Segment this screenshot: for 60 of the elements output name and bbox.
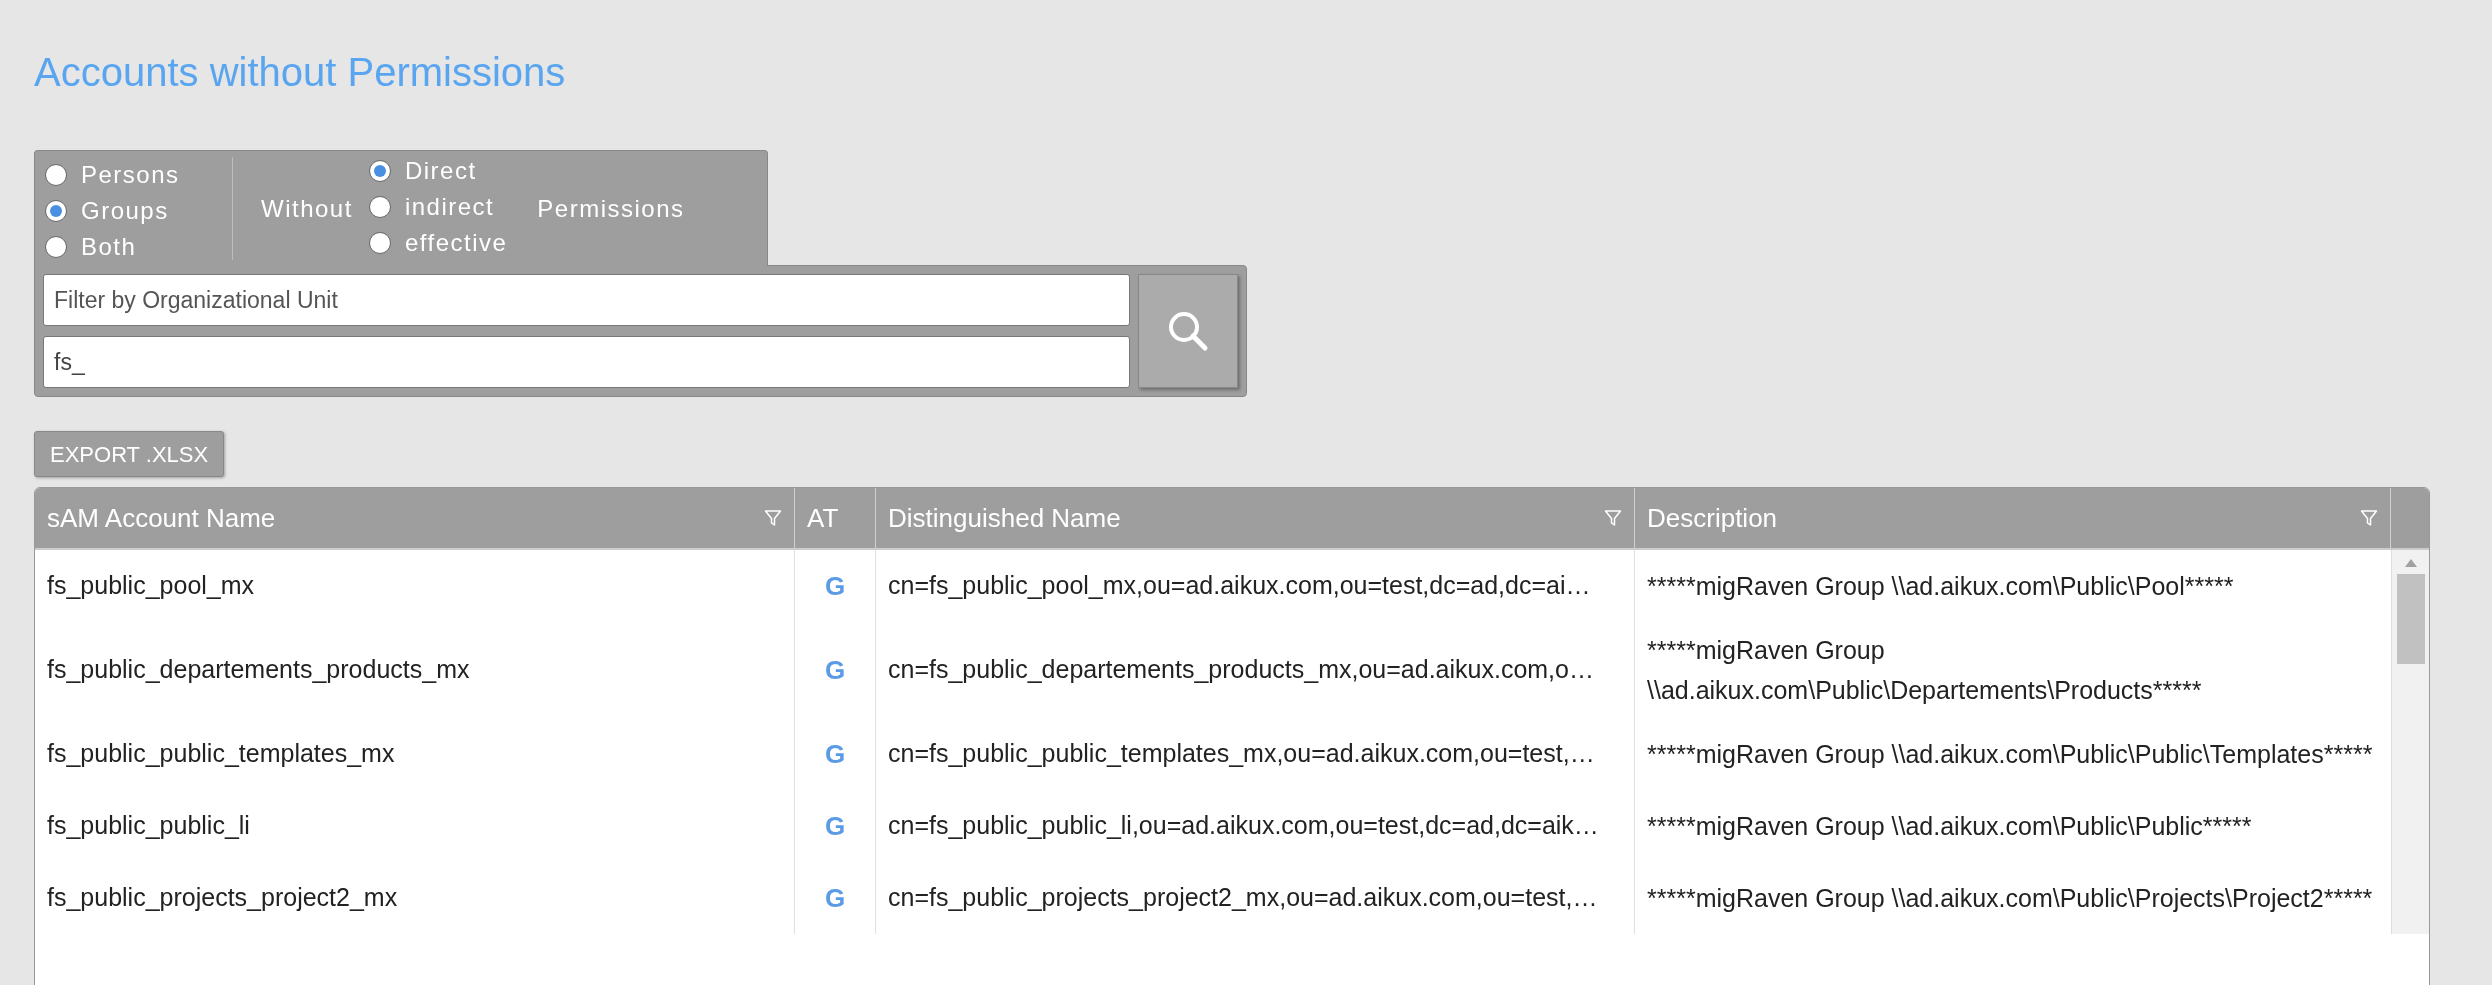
export-button[interactable]: EXPORT .XLSX	[34, 431, 225, 477]
description-cell-text: *****migRaven Group \\ad.aikux.com\Public\Projects\Project2*****	[1647, 883, 2373, 914]
group-type-cell-text: G	[824, 881, 846, 915]
filter-icon[interactable]	[2360, 509, 2378, 527]
radio-button[interactable]	[368, 160, 391, 182]
scroll-up-icon[interactable]	[2403, 558, 2418, 568]
name-filter-field[interactable]: fs_	[43, 336, 1130, 388]
radio-option[interactable]: effective	[368, 225, 508, 261]
radio-label: indirect	[404, 192, 495, 222]
radio-label: Groups	[81, 196, 169, 226]
radio-label: effective	[404, 228, 508, 258]
page-title: Accounts without Permissions	[34, 49, 567, 96]
account-name-cell-text: fs_public_departements_products_mx	[47, 654, 470, 686]
distinguished-name-cell-text: cn=fs_public_departements_products_mx,ou=ad.aikux.com,o…	[888, 654, 1594, 686]
column-header[interactable]: Distinguished Name	[876, 488, 1635, 548]
distinguished-name-cell-text: cn=fs_public_projects_project2_mx,ou=ad.aikux.com,ou=test,…	[888, 882, 1598, 914]
without-label: Without	[261, 193, 353, 224]
radio-button[interactable]	[368, 196, 391, 218]
radio-option[interactable]: indirect	[368, 189, 508, 225]
scrollbar-thumb[interactable]	[2396, 574, 2425, 664]
column-title: Distinguished Name	[888, 501, 1121, 535]
column-header[interactable]: sAM Account Name	[35, 488, 795, 548]
column-title: Description	[1647, 501, 1778, 535]
filter-icon[interactable]	[1604, 509, 1622, 527]
column-title: sAM Account Name	[47, 501, 276, 535]
group-type-cell-text: G	[824, 569, 846, 603]
group-type-cell-text: G	[824, 737, 846, 771]
radio-option[interactable]: Both	[45, 229, 232, 265]
description-cell-text: *****migRaven Group \\ad.aikux.com\Public\Public*****	[1647, 811, 2252, 842]
column-title: AT	[807, 501, 839, 535]
radio-option[interactable]: Persons	[45, 157, 232, 193]
ou-filter-field[interactable]: Filter by Organizational Unit	[43, 274, 1130, 326]
radio-button[interactable]	[45, 164, 67, 186]
group-type-cell-text: G	[824, 653, 846, 687]
radio-button[interactable]	[45, 236, 67, 258]
description-cell-text: *****migRaven Group \\ad.aikux.com\Public\Pool*****	[1647, 571, 2234, 602]
column-header[interactable]: Description	[1635, 488, 2391, 548]
account-name-cell-text: fs_public_public_li	[47, 810, 250, 842]
radio-option[interactable]: Direct	[368, 153, 508, 189]
description-cell-text: *****migRaven Group \\ad.aikux.com\Public\Public\Templates*****	[1647, 739, 2373, 770]
radio-option[interactable]: Groups	[45, 193, 232, 229]
radio-label: Direct	[404, 156, 477, 186]
radio-button[interactable]	[45, 200, 67, 222]
radio-button[interactable]	[368, 232, 391, 254]
permissions-label: Permissions	[537, 193, 685, 224]
account-name-cell-text: fs_public_pool_mx	[47, 570, 255, 602]
distinguished-name-cell-text: cn=fs_public_pool_mx,ou=ad.aikux.com,ou=test,dc=ad,dc=ai…	[888, 570, 1591, 602]
description-cell-text: *****migRaven Group \\ad.aikux.com\Public\Departements\Products*****	[1647, 635, 2203, 706]
radio-label: Both	[81, 232, 137, 262]
account-name-cell-text: fs_public_projects_project2_mx	[47, 882, 398, 914]
group-type-cell-text: G	[824, 809, 846, 843]
search-icon	[1166, 309, 1210, 353]
search-button[interactable]	[1138, 274, 1238, 388]
radio-label: Persons	[81, 160, 180, 190]
column-header[interactable]: AT	[795, 488, 876, 548]
scrollbar[interactable]	[2391, 550, 2429, 934]
account-name-cell-text: fs_public_public_templates_mx	[47, 738, 395, 770]
distinguished-name-cell-text: cn=fs_public_public_li,ou=ad.aikux.com,ou=test,dc=ad,dc=aik…	[888, 810, 1599, 842]
filter-icon[interactable]	[764, 509, 782, 527]
distinguished-name-cell-text: cn=fs_public_public_templates_mx,ou=ad.aikux.com,ou=test,…	[888, 738, 1595, 770]
